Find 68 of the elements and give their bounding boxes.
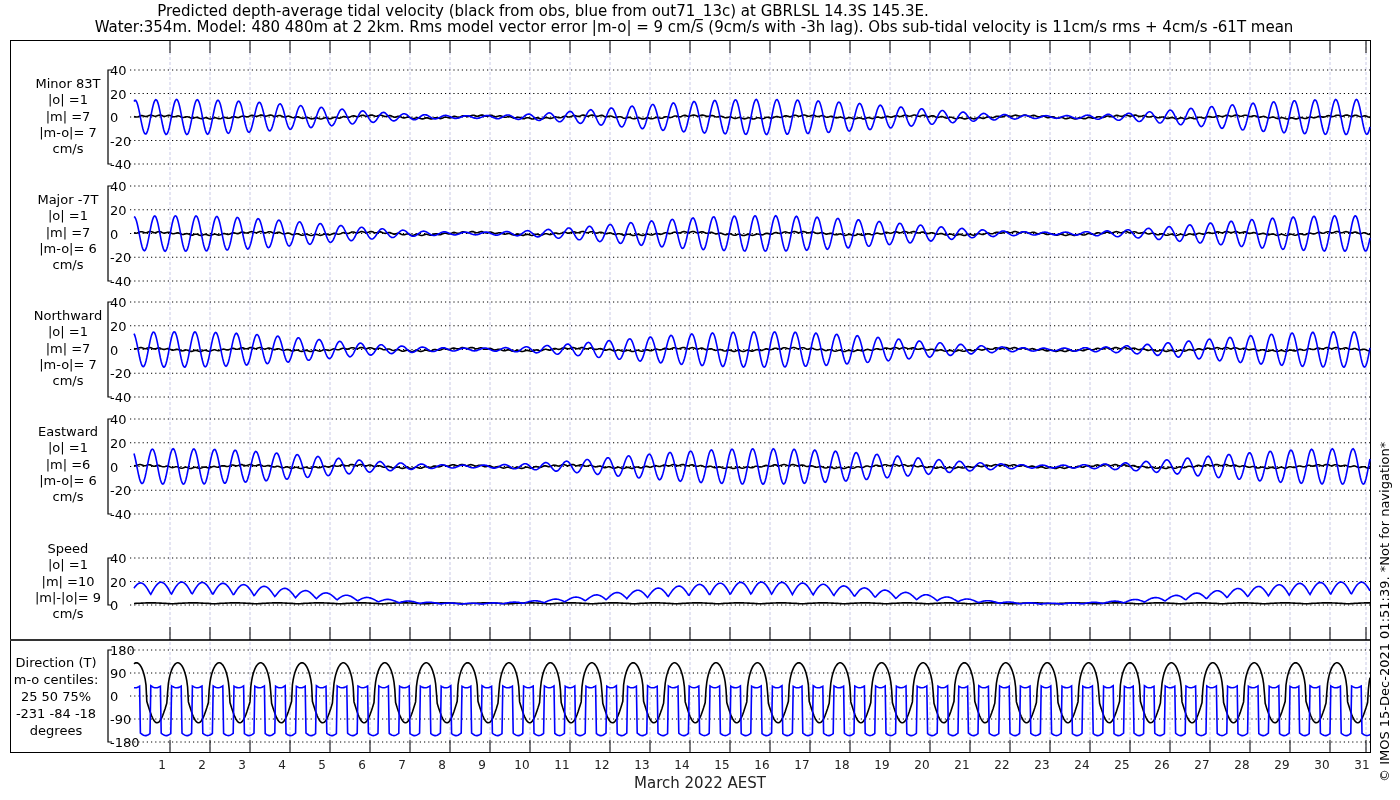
tick-label: 40: [110, 295, 127, 310]
axis-title: March 2022 AEST: [634, 774, 766, 792]
tick-label: 20: [110, 574, 127, 590]
panel-label: Eastward |o| =1 |m| =6 |m-o|= 6 cm/s: [38, 424, 98, 505]
tick-label: 0: [110, 226, 119, 242]
tick-label: 31: [1354, 758, 1370, 772]
tick-label: 90: [110, 666, 127, 681]
tick-label: -40: [110, 390, 132, 405]
tick-label: 23: [1034, 758, 1050, 772]
tick-label: 20: [110, 86, 127, 102]
tick-label: 30: [1314, 758, 1330, 772]
tick-label: 17: [794, 758, 810, 772]
tick-label: 18: [834, 758, 850, 772]
panel-label: Speed |o| =1 |m| =10 |m|-|o|= 9 cm/s: [34, 541, 102, 622]
tick-label: 15: [714, 758, 730, 772]
tick-label: 0: [110, 110, 119, 125]
tick-label: -40: [110, 274, 132, 289]
tick-label: 20: [110, 318, 127, 334]
tick-label: 180: [110, 643, 135, 658]
tick-label: -40: [110, 157, 132, 172]
panel-label: Direction (T) m-o centiles: 25 50 75% -231 -84 -18 degrees: [13, 655, 99, 738]
tick-label: 21: [954, 758, 970, 772]
chart-title: Predicted depth-average tidal velocity (black from obs, blue from out71_13c) at GBRLSL 14.3S 145.3E.: [157, 2, 929, 20]
tick-label: 7: [398, 758, 406, 772]
tick-label: 28: [1234, 758, 1250, 772]
tick-label: -90: [110, 712, 132, 727]
tick-label: 27: [1194, 758, 1210, 772]
tick-label: 0: [110, 598, 119, 613]
tick-label: 4: [278, 758, 286, 772]
tick-label: 5: [318, 758, 326, 772]
tick-label: 20: [914, 758, 930, 772]
tick-label: 20: [110, 435, 127, 451]
tick-label: 2: [198, 758, 206, 772]
panel-label: Northward |o| =1 |m| =7 |m-o|= 7 cm/s: [33, 308, 103, 389]
credit-text: © IMOS 15-Dec-2021 01:51:39. *Not for navigation*: [1377, 441, 1392, 782]
tick-label: 8: [438, 758, 446, 772]
tick-label: 22: [994, 758, 1010, 772]
tick-label: 3: [238, 758, 246, 772]
tick-label: -20: [110, 366, 132, 382]
tick-label: 16: [754, 758, 770, 772]
tick-label: 20: [110, 202, 127, 218]
tick-label: 0: [110, 459, 119, 475]
tick-label: 40: [110, 551, 127, 566]
tick-label: 10: [514, 758, 530, 772]
panel-label: Minor 83T |o| =1 |m| =7 |m-o|= 7 cm/s: [35, 76, 101, 157]
tick-label: 1: [158, 758, 166, 772]
tick-label: 0: [110, 689, 119, 704]
tick-label: 24: [1074, 758, 1090, 772]
panel-label: Major -7T |o| =1 |m| =7 |m-o|= 6 cm/s: [37, 192, 99, 273]
tick-label: 14: [674, 758, 690, 772]
tick-label: 12: [594, 758, 610, 772]
tick-label: 26: [1154, 758, 1170, 772]
tick-label: -20: [110, 483, 132, 499]
tick-label: -20: [110, 250, 132, 266]
tick-label: 29: [1274, 758, 1290, 772]
tick-label: -40: [110, 507, 132, 522]
tick-label: 0: [110, 342, 119, 358]
tick-label: -180: [110, 735, 140, 750]
tick-label: 19: [874, 758, 890, 772]
tick-label: -20: [110, 133, 132, 149]
tick-label: 11: [554, 758, 570, 772]
tick-label: 9: [478, 758, 486, 772]
tick-label: 40: [110, 179, 127, 194]
tick-label: 6: [358, 758, 366, 772]
tick-label: 25: [1114, 758, 1130, 772]
tick-label: 40: [110, 63, 127, 78]
tick-label: 13: [634, 758, 650, 772]
tick-label: 40: [110, 412, 127, 427]
